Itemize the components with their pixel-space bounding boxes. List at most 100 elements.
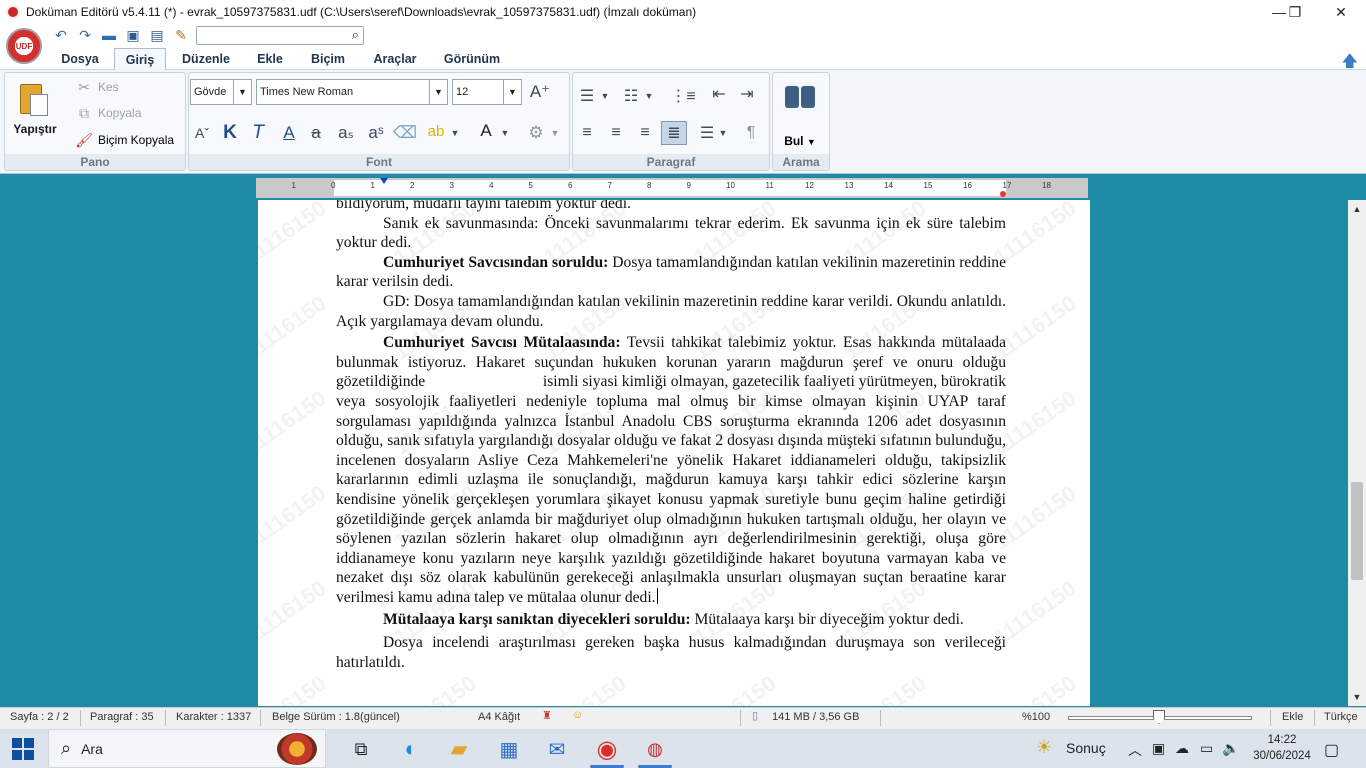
search-highlight-image: [277, 733, 317, 765]
font-color-icon[interactable]: A: [474, 119, 498, 143]
udf-editor-taskbar-icon[interactable]: ◍: [640, 734, 670, 764]
status-language[interactable]: Türkçe: [1324, 711, 1358, 723]
align-left-icon[interactable]: ≡: [574, 121, 600, 145]
numbered-list-icon[interactable]: ☷: [618, 84, 644, 108]
scroll-down-icon[interactable]: ▼: [1348, 690, 1366, 704]
user-icon[interactable]: ♜: [542, 709, 552, 722]
chevron-down-icon[interactable]: ▼: [503, 80, 521, 104]
shrink-font-icon[interactable]: Aˇ: [190, 121, 214, 145]
superscript-icon[interactable]: aˢ: [364, 121, 388, 145]
chevron-down-icon[interactable]: ▼: [233, 80, 251, 104]
find-button[interactable]: Bul ▼: [780, 80, 820, 154]
text-effects-icon[interactable]: ⚙: [524, 121, 548, 145]
tab-dosya[interactable]: Dosya: [50, 48, 110, 70]
chevron-down-icon[interactable]: ▼: [498, 121, 512, 145]
scroll-up-icon[interactable]: ▲: [1348, 202, 1366, 216]
strikethrough-icon[interactable]: a: [304, 121, 328, 145]
notifications-icon[interactable]: ▢: [1324, 740, 1339, 760]
decrease-indent-icon[interactable]: ⇤: [706, 82, 732, 106]
chevron-down-icon[interactable]: ▼: [429, 80, 447, 104]
copy-button[interactable]: ⧉ Kopyala: [74, 104, 141, 122]
clear-format-icon[interactable]: ⌫: [393, 121, 417, 145]
scissors-icon: ✂: [78, 78, 90, 95]
undo-icon[interactable]: ↶: [52, 27, 70, 43]
chevron-down-icon[interactable]: ▼: [716, 121, 730, 145]
search-icon[interactable]: ⌕: [352, 27, 359, 43]
quick-search-input[interactable]: ⌕: [196, 26, 364, 45]
network-icon[interactable]: ▭: [1200, 740, 1213, 757]
style-select[interactable]: Gövde ▼: [190, 79, 252, 105]
taskbar-clock[interactable]: 14:22 30/06/2024: [1250, 732, 1314, 764]
smiley-icon[interactable]: ☺: [572, 709, 583, 721]
chrome-browser-icon[interactable]: ◉: [592, 734, 622, 764]
scroll-thumb[interactable]: [1351, 482, 1363, 580]
task-view-icon[interactable]: ⧉: [346, 734, 376, 764]
tab-giris[interactable]: Giriş: [114, 48, 166, 70]
document-page[interactable]: 11116150 11116150 11116150 11116150 11116150…: [258, 200, 1090, 706]
save-icon[interactable]: ▣: [124, 27, 142, 43]
font-size-select[interactable]: 12 ▼: [452, 79, 522, 105]
paste-button[interactable]: Yapıştır: [10, 80, 60, 138]
chevron-down-icon[interactable]: ▼: [448, 121, 462, 145]
tab-duzenle[interactable]: Düzenle: [176, 48, 236, 70]
tab-gorunum[interactable]: Görünüm: [440, 48, 504, 70]
status-mode[interactable]: Ekle: [1282, 711, 1303, 723]
align-justify-icon[interactable]: ≣: [661, 121, 687, 145]
volume-icon[interactable]: 🔈: [1222, 740, 1239, 757]
font-family-select[interactable]: Times New Roman ▼: [256, 79, 448, 105]
save-as-icon[interactable]: ▤: [148, 27, 166, 43]
chevron-down-icon[interactable]: ▼: [642, 84, 656, 108]
chevron-down-icon[interactable]: ▼: [598, 84, 612, 108]
taskbar-search[interactable]: ⌕ Ara: [48, 729, 326, 768]
increase-indent-icon[interactable]: ⇥: [734, 82, 760, 106]
subscript-icon[interactable]: aₛ: [334, 121, 358, 145]
tab-ekle[interactable]: Ekle: [248, 48, 292, 70]
maximize-button[interactable]: ❐: [1272, 0, 1318, 24]
store-icon[interactable]: ▦: [494, 734, 524, 764]
mail-icon[interactable]: ✉: [542, 734, 572, 764]
weather-text[interactable]: Sonuç: [1066, 740, 1106, 756]
copy-icon: ⧉: [79, 104, 89, 121]
bullet-list-icon[interactable]: ☰: [574, 84, 600, 108]
windows-start-icon[interactable]: [12, 738, 34, 760]
format-painter-button[interactable]: 🖌 Biçim Kopyala: [74, 131, 174, 149]
meet-icon[interactable]: ▣: [1152, 740, 1165, 757]
italic-icon[interactable]: T: [246, 121, 270, 145]
align-center-icon[interactable]: ≡: [603, 121, 629, 145]
close-button[interactable]: ✕: [1318, 0, 1364, 24]
tab-araclar[interactable]: Araçlar: [366, 48, 424, 70]
bold-icon[interactable]: K: [218, 121, 242, 145]
underline-icon[interactable]: A: [277, 121, 301, 145]
taskbar-search-placeholder: Ara: [81, 740, 103, 757]
cut-label: Kes: [98, 80, 119, 94]
paragraph-5: Mütalaaya karşı sanıktan diyecekleri sor…: [383, 611, 964, 629]
paste-label: Yapıştır: [13, 122, 57, 136]
weather-icon[interactable]: ☀: [1036, 737, 1052, 758]
status-version: Belge Sürüm : 1.8(güncel): [272, 711, 400, 723]
cut-button[interactable]: ✂ Kes: [74, 78, 119, 96]
document-body[interactable]: bildiyorum, müdafii tayini talebim yoktu…: [336, 200, 1006, 672]
application-menu-logo[interactable]: UDF: [6, 28, 42, 64]
horizontal-ruler[interactable]: 1 0 1 2 3 4 5 6 7 8 9 10 11 12 13 14 15 16 17 18: [256, 178, 1088, 198]
edit-icon[interactable]: ✎: [172, 27, 190, 43]
paragraph-mark-icon[interactable]: ¶: [738, 121, 764, 145]
edge-browser-icon[interactable]: ◐: [396, 734, 426, 764]
grow-font-icon[interactable]: A⁺: [528, 80, 552, 104]
ruler-tick-label: 17: [1002, 181, 1012, 190]
open-folder-icon[interactable]: ▬: [100, 27, 118, 43]
chevron-up-icon[interactable]: ︿: [1128, 740, 1142, 760]
highlight-icon[interactable]: ab: [424, 119, 448, 143]
chevron-down-icon[interactable]: ▼: [548, 121, 562, 145]
redo-icon[interactable]: ↷: [76, 27, 94, 43]
paragraph-2: Cumhuriyet Savcısından soruldu: Dosya ta…: [336, 253, 1006, 291]
tab-bicim[interactable]: Biçim: [304, 48, 352, 70]
cloud-icon[interactable]: ☁: [1175, 740, 1189, 757]
right-margin-marker[interactable]: [1000, 191, 1006, 197]
watermark-text: 11116150: [258, 200, 331, 270]
left-indent-marker[interactable]: [380, 178, 388, 184]
align-right-icon[interactable]: ≡: [632, 121, 658, 145]
file-explorer-icon[interactable]: ▰: [444, 734, 474, 764]
status-paragraph: Paragraf : 35: [90, 711, 154, 723]
multilevel-list-icon[interactable]: ⋮≡: [670, 84, 696, 108]
vertical-scrollbar[interactable]: ▲ ▼: [1348, 200, 1366, 706]
